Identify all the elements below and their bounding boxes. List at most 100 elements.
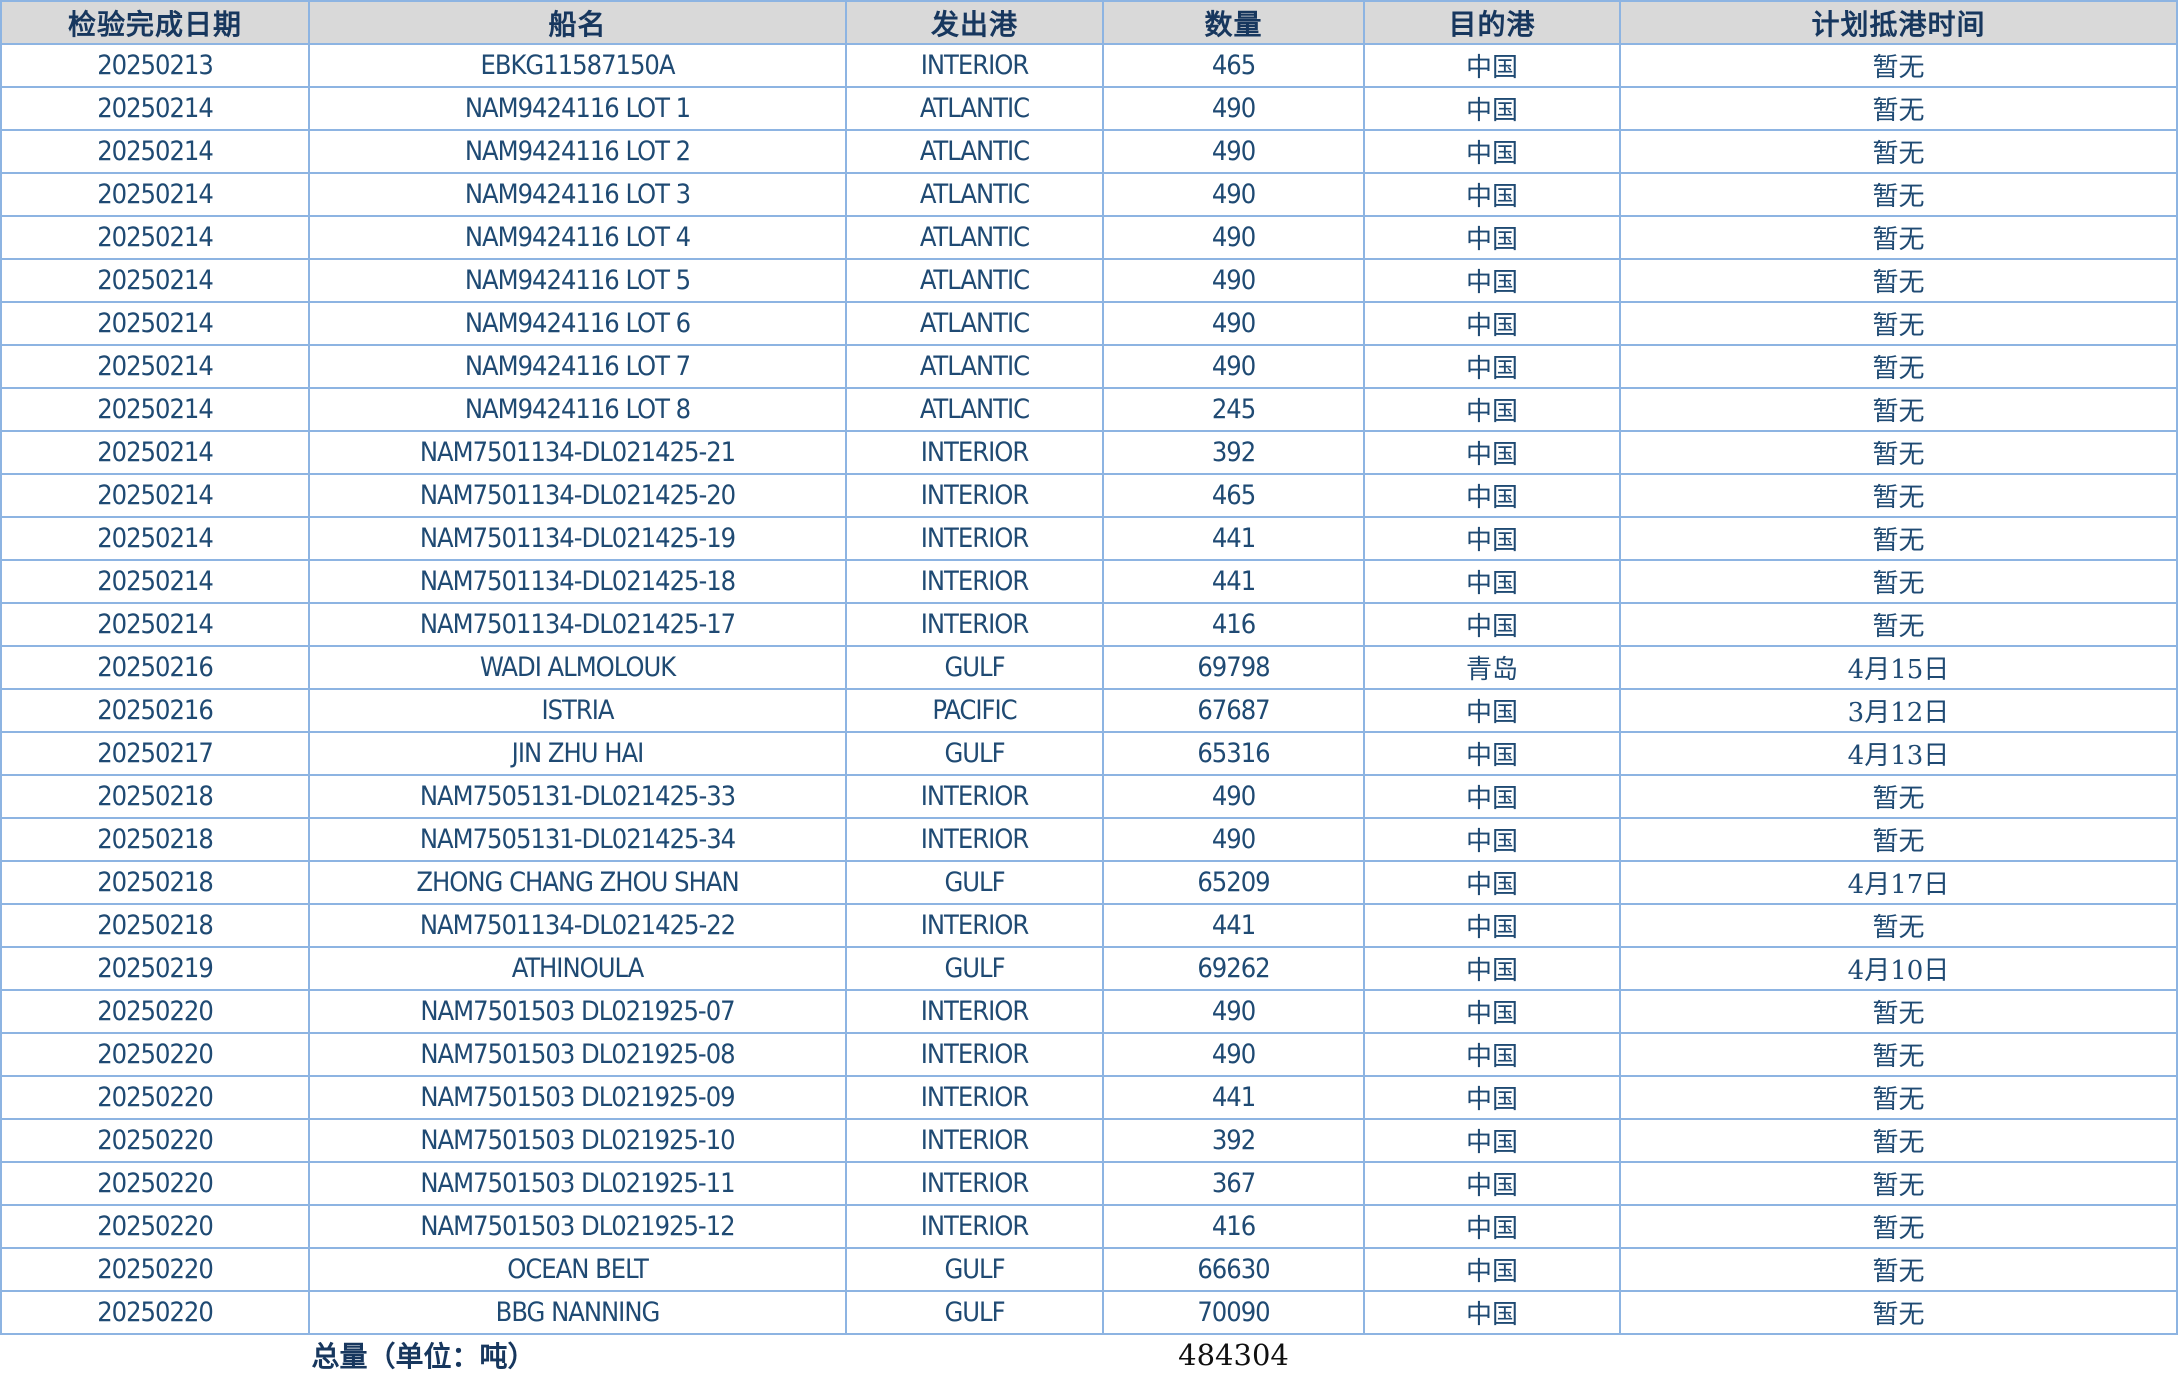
inspection-date-cell[interactable]: 20250220 [1,990,309,1033]
departure-port-cell[interactable]: ATLANTIC [846,259,1103,302]
departure-port-cell[interactable]: INTERIOR [846,1076,1103,1119]
eta-cell[interactable]: 暂无 [1620,775,2177,818]
destination-port-cell[interactable]: 中国 [1364,1205,1620,1248]
destination-port-cell[interactable]: 中国 [1364,947,1620,990]
quantity-cell[interactable]: 245 [1103,388,1364,431]
inspection-date-cell[interactable]: 20250220 [1,1119,309,1162]
destination-port-cell[interactable]: 中国 [1364,689,1620,732]
departure-port-cell[interactable]: INTERIOR [846,517,1103,560]
eta-cell[interactable]: 4月13日 [1620,732,2177,775]
inspection-date-cell[interactable]: 20250214 [1,431,309,474]
quantity-cell[interactable]: 465 [1103,474,1364,517]
departure-port-cell[interactable]: INTERIOR [846,775,1103,818]
destination-port-cell[interactable]: 中国 [1364,431,1620,474]
inspection-date-cell[interactable]: 20250218 [1,861,309,904]
destination-port-cell[interactable]: 中国 [1364,87,1620,130]
ship-name-cell[interactable]: NAM7501503 DL021925-07 [309,990,846,1033]
departure-port-cell[interactable]: INTERIOR [846,818,1103,861]
departure-port-cell[interactable]: INTERIOR [846,44,1103,87]
ship-name-cell[interactable]: JIN ZHU HAI [309,732,846,775]
departure-port-cell[interactable]: GULF [846,947,1103,990]
ship-name-cell[interactable]: NAM9424116 LOT 5 [309,259,846,302]
departure-port-cell[interactable]: ATLANTIC [846,87,1103,130]
quantity-cell[interactable]: 441 [1103,517,1364,560]
departure-port-cell[interactable]: GULF [846,646,1103,689]
ship-name-cell[interactable]: NAM7505131-DL021425-33 [309,775,846,818]
destination-port-cell[interactable]: 中国 [1364,560,1620,603]
destination-port-cell[interactable]: 中国 [1364,1248,1620,1291]
ship-name-cell[interactable]: NAM9424116 LOT 8 [309,388,846,431]
inspection-date-cell[interactable]: 20250214 [1,302,309,345]
inspection-date-cell[interactable]: 20250214 [1,388,309,431]
eta-cell[interactable]: 暂无 [1620,517,2177,560]
quantity-cell[interactable]: 490 [1103,345,1364,388]
ship-name-cell[interactable]: ATHINOULA [309,947,846,990]
inspection-date-cell[interactable]: 20250217 [1,732,309,775]
departure-port-cell[interactable]: GULF [846,1248,1103,1291]
eta-cell[interactable]: 暂无 [1620,1162,2177,1205]
eta-cell[interactable]: 暂无 [1620,1248,2177,1291]
destination-port-cell[interactable]: 中国 [1364,1033,1620,1076]
inspection-date-cell[interactable]: 20250214 [1,474,309,517]
departure-port-cell[interactable]: INTERIOR [846,560,1103,603]
destination-port-cell[interactable]: 中国 [1364,818,1620,861]
quantity-cell[interactable]: 392 [1103,431,1364,474]
inspection-date-cell[interactable]: 20250214 [1,560,309,603]
ship-name-cell[interactable]: NAM7505131-DL021425-34 [309,818,846,861]
departure-port-cell[interactable]: INTERIOR [846,603,1103,646]
quantity-cell[interactable]: 441 [1103,560,1364,603]
quantity-cell[interactable]: 441 [1103,904,1364,947]
destination-port-cell[interactable]: 中国 [1364,130,1620,173]
eta-cell[interactable]: 暂无 [1620,1119,2177,1162]
departure-port-cell[interactable]: ATLANTIC [846,345,1103,388]
departure-port-cell[interactable]: ATLANTIC [846,302,1103,345]
quantity-cell[interactable]: 367 [1103,1162,1364,1205]
inspection-date-cell[interactable]: 20250220 [1,1291,309,1334]
eta-cell[interactable]: 暂无 [1620,1076,2177,1119]
inspection-date-cell[interactable]: 20250220 [1,1248,309,1291]
ship-name-cell[interactable]: NAM9424116 LOT 2 [309,130,846,173]
quantity-cell[interactable]: 416 [1103,1205,1364,1248]
ship-name-cell[interactable]: NAM7501503 DL021925-08 [309,1033,846,1076]
ship-name-cell[interactable]: NAM7501134-DL021425-21 [309,431,846,474]
departure-port-cell[interactable]: GULF [846,1291,1103,1334]
eta-cell[interactable]: 暂无 [1620,87,2177,130]
eta-cell[interactable]: 暂无 [1620,1291,2177,1334]
quantity-cell[interactable]: 66630 [1103,1248,1364,1291]
destination-port-cell[interactable]: 中国 [1364,345,1620,388]
ship-name-cell[interactable]: NAM7501503 DL021925-10 [309,1119,846,1162]
departure-port-cell[interactable]: INTERIOR [846,904,1103,947]
destination-port-cell[interactable]: 中国 [1364,990,1620,1033]
quantity-cell[interactable]: 465 [1103,44,1364,87]
eta-cell[interactable]: 暂无 [1620,130,2177,173]
destination-port-cell[interactable]: 中国 [1364,861,1620,904]
ship-name-cell[interactable]: NAM7501134-DL021425-17 [309,603,846,646]
destination-port-cell[interactable]: 中国 [1364,44,1620,87]
inspection-date-cell[interactable]: 20250220 [1,1033,309,1076]
ship-name-cell[interactable]: NAM7501134-DL021425-22 [309,904,846,947]
destination-port-cell[interactable]: 中国 [1364,603,1620,646]
eta-cell[interactable]: 暂无 [1620,474,2177,517]
destination-port-cell[interactable]: 中国 [1364,259,1620,302]
inspection-date-cell[interactable]: 20250214 [1,603,309,646]
destination-port-cell[interactable]: 中国 [1364,904,1620,947]
ship-name-cell[interactable]: EBKG11587150A [309,44,846,87]
destination-port-cell[interactable]: 中国 [1364,173,1620,216]
inspection-date-cell[interactable]: 20250214 [1,345,309,388]
inspection-date-cell[interactable]: 20250220 [1,1205,309,1248]
eta-cell[interactable]: 4月15日 [1620,646,2177,689]
departure-port-cell[interactable]: INTERIOR [846,990,1103,1033]
departure-port-cell[interactable]: INTERIOR [846,431,1103,474]
ship-name-cell[interactable]: NAM9424116 LOT 6 [309,302,846,345]
destination-port-cell[interactable]: 中国 [1364,1291,1620,1334]
departure-port-cell[interactable]: INTERIOR [846,474,1103,517]
inspection-date-cell[interactable]: 20250214 [1,216,309,259]
destination-port-cell[interactable]: 青岛 [1364,646,1620,689]
eta-cell[interactable]: 4月10日 [1620,947,2177,990]
inspection-date-cell[interactable]: 20250220 [1,1076,309,1119]
ship-name-cell[interactable]: NAM9424116 LOT 4 [309,216,846,259]
eta-cell[interactable]: 暂无 [1620,818,2177,861]
quantity-cell[interactable]: 416 [1103,603,1364,646]
inspection-date-cell[interactable]: 20250216 [1,689,309,732]
eta-cell[interactable]: 暂无 [1620,1205,2177,1248]
